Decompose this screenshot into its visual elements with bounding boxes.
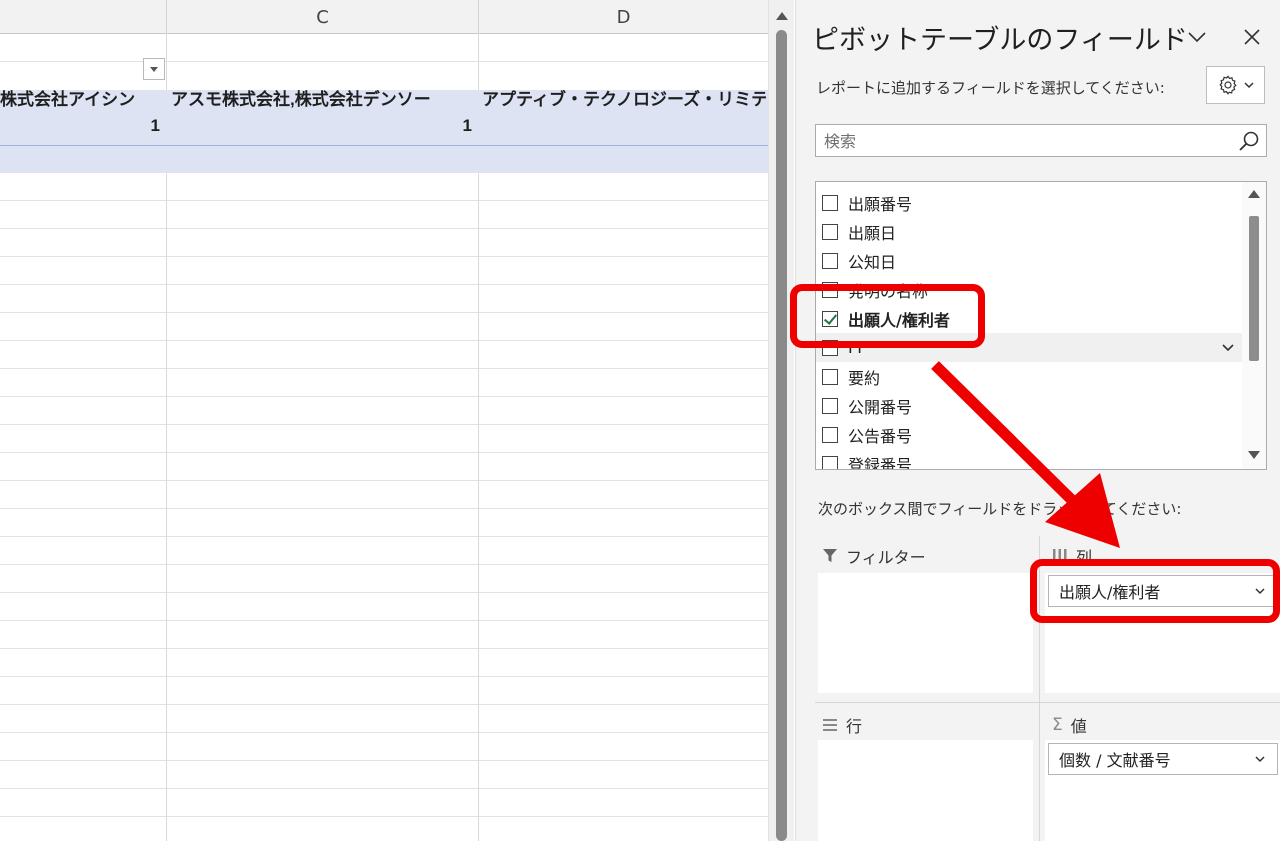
- chevron-down-icon[interactable]: [1255, 588, 1265, 595]
- columns-area-label: 列: [1076, 548, 1093, 567]
- field-label: 公知日: [848, 252, 897, 272]
- field-label: 公告番号: [848, 426, 913, 446]
- column-header-b[interactable]: [0, 0, 167, 34]
- pivot-value-cell[interactable]: 1: [167, 113, 472, 139]
- rows-icon: [823, 719, 837, 731]
- field-select-instruction: レポートに追加するフィールドを選択してください:: [816, 79, 1165, 97]
- field-checkbox[interactable]: [822, 368, 838, 385]
- field-list[interactable]: 出願番号 出願日 公知日 発明の名称 出願人/権利者 FI 要約 公開番号 公告…: [815, 181, 1267, 470]
- area-divider: [815, 702, 1280, 703]
- pane-title: ピボットテーブルのフィールド: [812, 25, 1188, 55]
- values-pill-label: 個数 / 文献番号: [1059, 751, 1171, 770]
- area-divider: [1039, 536, 1040, 841]
- gridline: [0, 61, 768, 62]
- columns-field-pill[interactable]: 出願人/権利者: [1048, 575, 1278, 607]
- field-checkbox[interactable]: [822, 339, 838, 356]
- sheet-vertical-scrollbar[interactable]: [768, 0, 794, 841]
- chevron-down-icon: [1244, 81, 1254, 88]
- field-item[interactable]: 出願番号: [816, 188, 1242, 217]
- columns-area-header: 列: [1052, 544, 1092, 568]
- field-checkbox[interactable]: [822, 455, 838, 469]
- field-label: 発明の名称: [848, 281, 929, 301]
- field-checkbox[interactable]: [822, 252, 838, 269]
- field-item[interactable]: 出願日: [816, 217, 1242, 246]
- cell-grid[interactable]: [0, 34, 768, 841]
- field-item[interactable]: 公知日: [816, 246, 1242, 275]
- pivot-separator: [0, 145, 768, 146]
- field-search-box[interactable]: [815, 124, 1267, 157]
- field-checkbox[interactable]: [822, 223, 838, 240]
- values-area-header: Σ 値: [1052, 713, 1087, 737]
- field-checkbox[interactable]: [822, 426, 838, 443]
- pivot-filter-dropdown-button[interactable]: [143, 58, 165, 80]
- column-header-row: C D: [0, 0, 768, 34]
- scroll-up-arrow-icon[interactable]: [1248, 190, 1260, 198]
- field-label: 登録番号: [848, 455, 913, 470]
- column-header-d[interactable]: D: [479, 0, 768, 34]
- pivot-column-header-cell[interactable]: アスモ株式会社,株式会社デンソー: [171, 87, 477, 113]
- search-input[interactable]: [824, 130, 1224, 152]
- rows-drop-zone[interactable]: [818, 740, 1033, 841]
- filter-area-header: フィルター: [822, 544, 926, 568]
- scroll-down-arrow-icon[interactable]: [1248, 451, 1260, 459]
- field-item[interactable]: 発明の名称: [816, 275, 1242, 304]
- chevron-down-icon[interactable]: [1222, 344, 1234, 352]
- pivot-column-header-cell[interactable]: アプティブ・テクノロジーズ・リミテッド: [482, 87, 766, 113]
- field-checkbox[interactable]: [822, 397, 838, 414]
- pane-options-chevron-icon[interactable]: [1184, 24, 1210, 50]
- field-label: 出願日: [848, 223, 897, 243]
- pivot-value-cell[interactable]: 1: [0, 113, 160, 139]
- scrollbar-thumb[interactable]: [776, 30, 787, 841]
- search-icon[interactable]: [1238, 130, 1260, 152]
- spreadsheet-grid[interactable]: C D 株式会社アイシン アスモ株式会社,株式会社デンソー アプティブ・テクノロ…: [0, 0, 768, 841]
- close-icon[interactable]: [1239, 24, 1265, 50]
- rows-area-label: 行: [846, 717, 863, 736]
- drag-instruction: 次のボックス間でフィールドをドラッグしてください:: [818, 500, 1182, 518]
- field-item-applicant[interactable]: 出願人/権利者: [816, 304, 1242, 333]
- chevron-down-icon[interactable]: [1255, 756, 1265, 763]
- field-label: 要約: [848, 368, 881, 388]
- scroll-up-arrow-icon[interactable]: [776, 12, 788, 20]
- filter-drop-zone[interactable]: [818, 573, 1033, 693]
- scrollbar-thumb[interactable]: [1249, 216, 1259, 361]
- dropdown-triangle-icon: [150, 66, 158, 72]
- field-item[interactable]: FI: [816, 333, 1242, 362]
- filter-icon: [823, 549, 837, 562]
- field-checkbox[interactable]: [822, 194, 838, 211]
- field-label: 出願番号: [848, 194, 913, 214]
- field-checkbox-checked[interactable]: [822, 310, 838, 327]
- field-item[interactable]: 要約: [816, 362, 1242, 391]
- pivot-field-pane: ピボットテーブルのフィールド レポートに追加するフィールドを選択してください: …: [795, 0, 1280, 841]
- field-item[interactable]: 公開番号: [816, 391, 1242, 420]
- column-header-c[interactable]: C: [167, 0, 479, 34]
- pivot-column-header-cell[interactable]: 株式会社アイシン: [0, 87, 167, 113]
- values-field-pill[interactable]: 個数 / 文献番号: [1048, 743, 1278, 775]
- field-item[interactable]: 公告番号: [816, 420, 1242, 449]
- sigma-icon: Σ: [1052, 715, 1063, 735]
- tools-settings-button[interactable]: [1206, 66, 1265, 104]
- field-label: FI: [848, 338, 862, 357]
- columns-pill-label: 出願人/権利者: [1059, 583, 1161, 602]
- field-label: 出願人/権利者: [848, 310, 950, 330]
- field-item[interactable]: 登録番号: [816, 449, 1242, 470]
- pivot-value-band: [0, 145, 768, 173]
- gear-icon: [1219, 75, 1237, 95]
- field-label: 公開番号: [848, 397, 913, 417]
- field-list-scrollbar[interactable]: [1242, 182, 1266, 469]
- values-area-label: 値: [1070, 717, 1087, 736]
- field-checkbox[interactable]: [822, 281, 838, 298]
- filter-area-label: フィルター: [846, 548, 926, 567]
- columns-icon: [1053, 549, 1067, 563]
- rows-area-header: 行: [822, 713, 862, 737]
